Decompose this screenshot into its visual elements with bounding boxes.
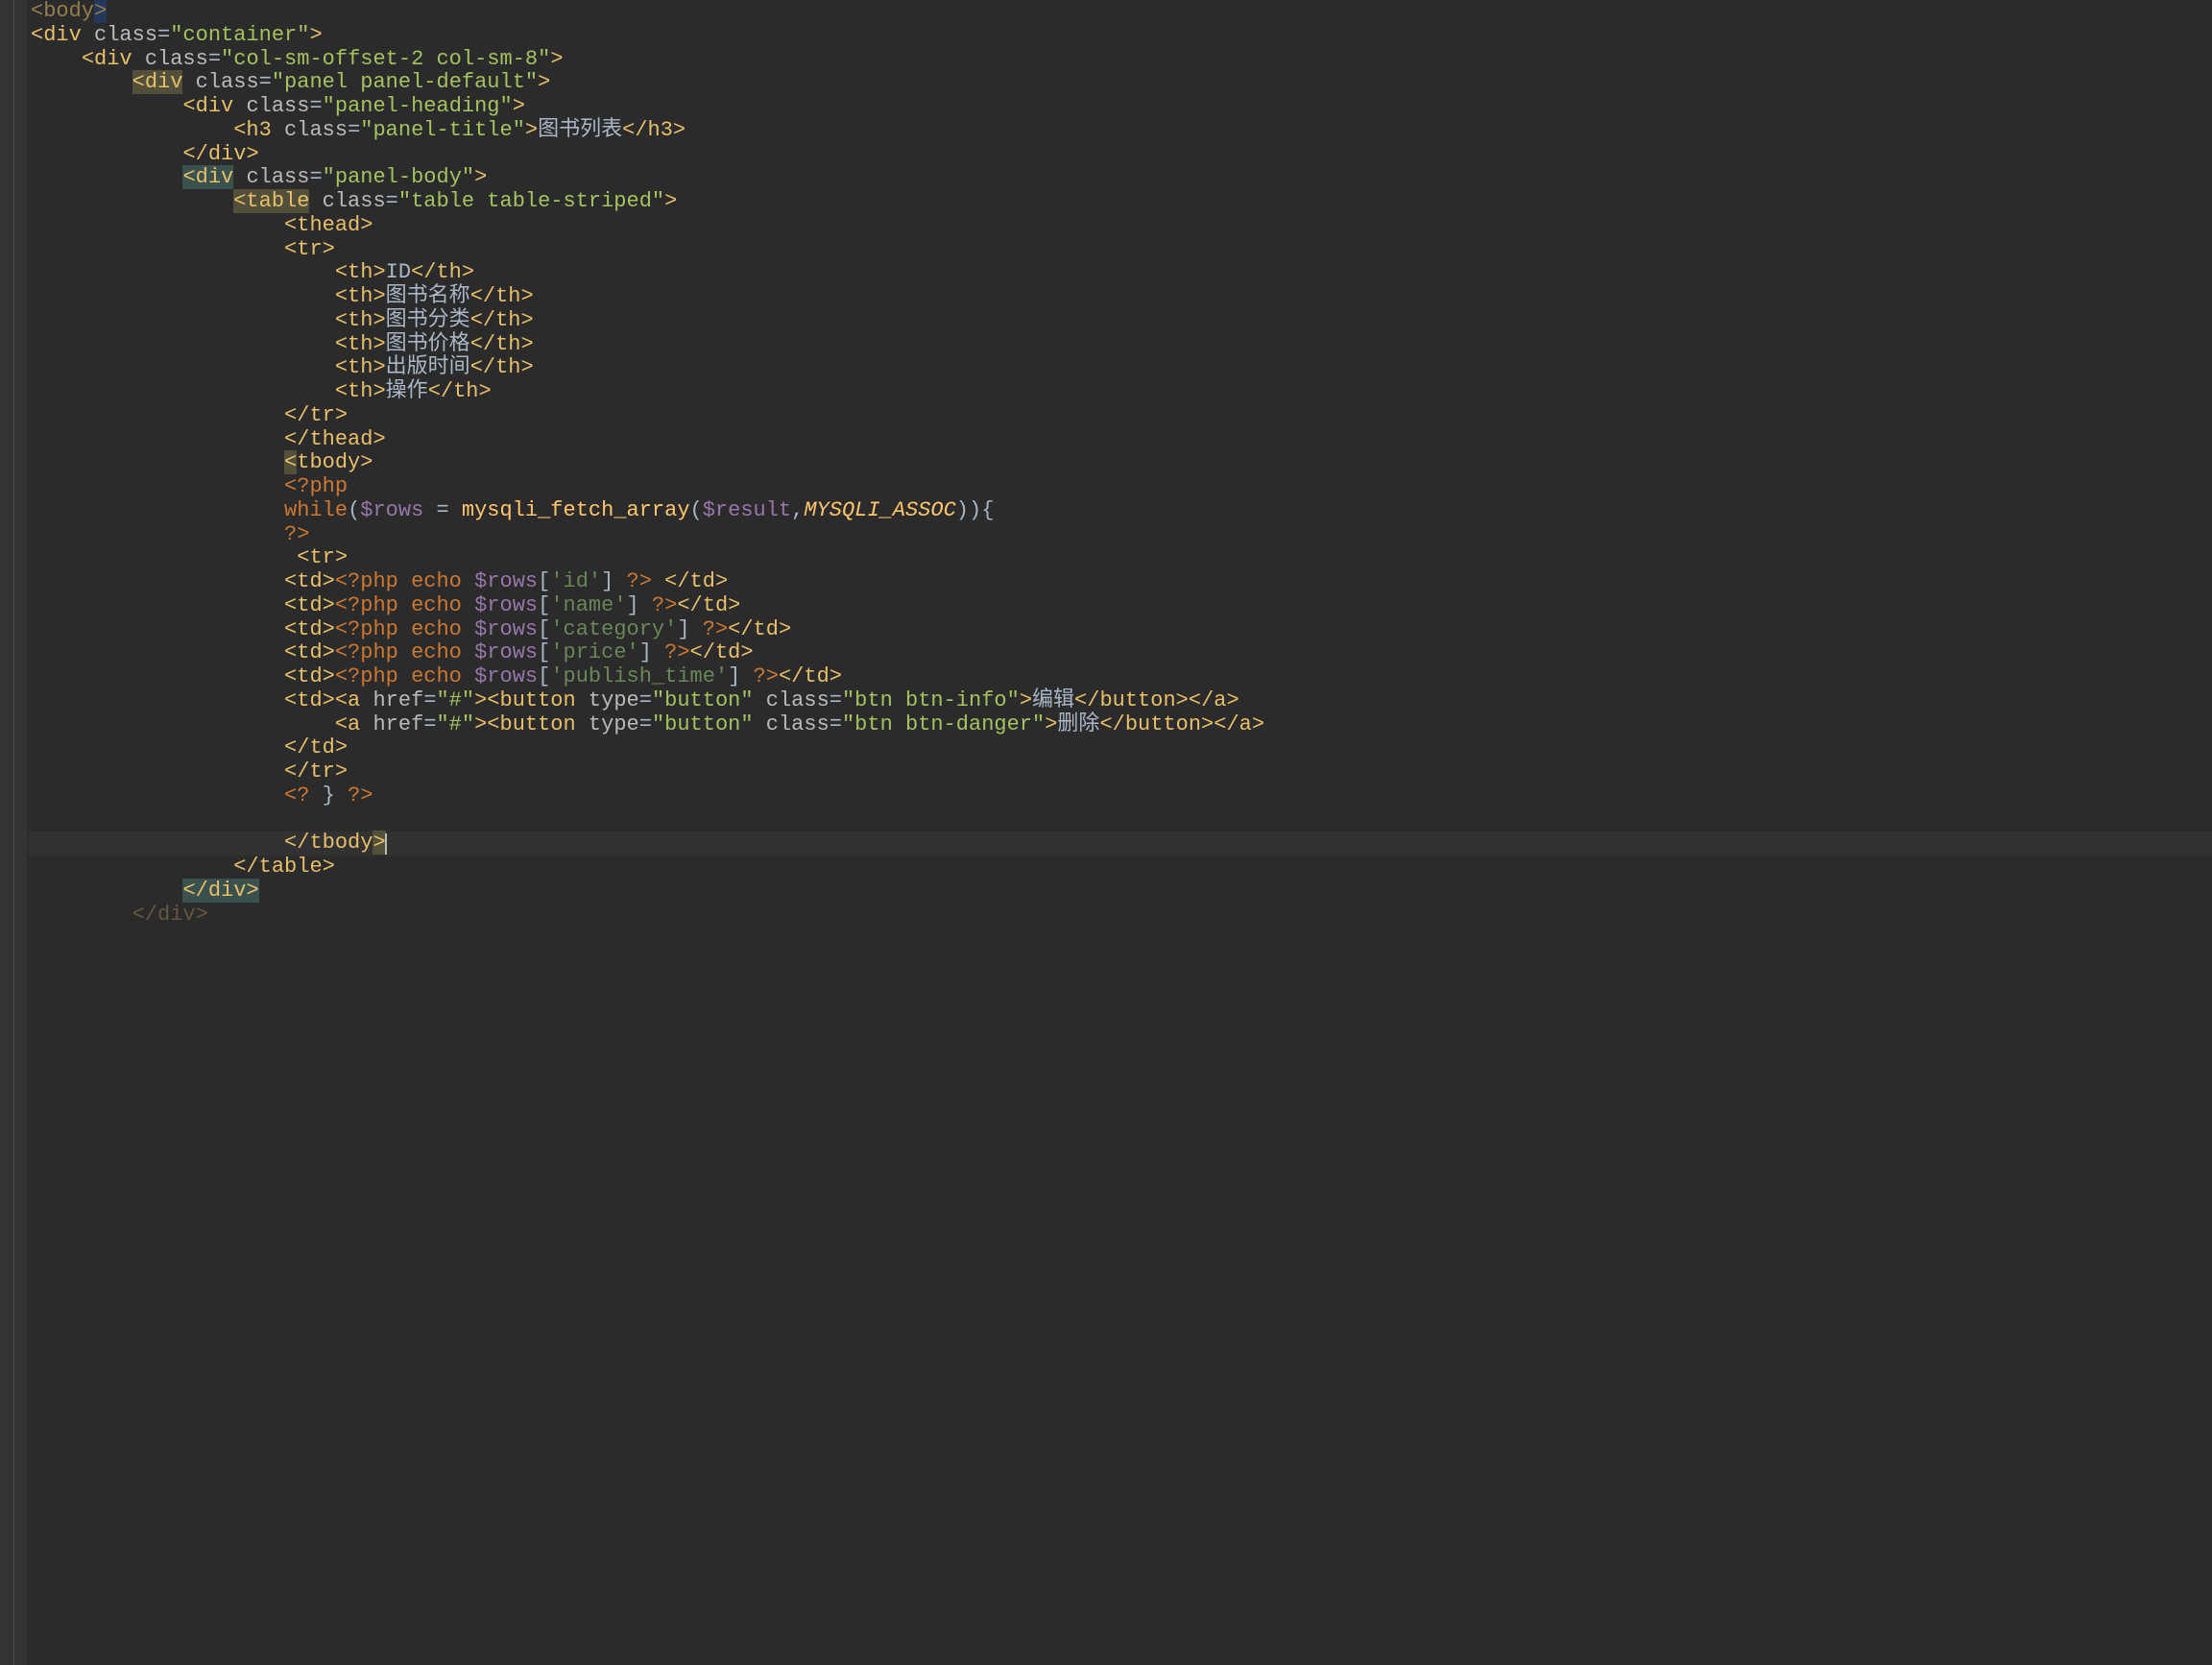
code-line[interactable]: </div> xyxy=(29,880,2212,904)
code-line[interactable]: <th>图书价格</th> xyxy=(29,333,2212,357)
fold-guide xyxy=(13,0,14,1665)
code-line[interactable]: <tr> xyxy=(29,546,2212,570)
code-line[interactable]: <body> xyxy=(29,0,2212,24)
code-line[interactable]: <td><?php echo $rows['id'] ?> </td> xyxy=(29,570,2212,594)
code-line[interactable]: <div class="col-sm-offset-2 col-sm-8"> xyxy=(29,48,2212,72)
code-line[interactable]: <th>操作</th> xyxy=(29,380,2212,404)
code-line[interactable]: </thead> xyxy=(29,428,2212,452)
code-line[interactable]: </tbody> xyxy=(29,832,2212,856)
code-line[interactable]: <td><?php echo $rows['price'] ?></td> xyxy=(29,641,2212,665)
gutter xyxy=(0,0,27,1665)
code-line[interactable]: <? } ?> xyxy=(29,784,2212,808)
code-editor[interactable]: <body><div class="container"> <div class… xyxy=(29,0,2212,927)
code-line[interactable]: <div class="container"> xyxy=(29,24,2212,48)
code-line[interactable]: <th>ID</th> xyxy=(29,261,2212,285)
code-line[interactable]: </div> xyxy=(29,143,2212,167)
code-line[interactable]: <th>图书名称</th> xyxy=(29,285,2212,309)
code-line[interactable]: <th>图书分类</th> xyxy=(29,309,2212,333)
code-line[interactable]: <div class="panel panel-default"> xyxy=(29,71,2212,95)
code-line[interactable]: </td> xyxy=(29,736,2212,760)
code-line[interactable]: <a href="#"><button type="button" class=… xyxy=(29,713,2212,737)
code-line[interactable] xyxy=(29,808,2212,832)
code-line[interactable]: <thead> xyxy=(29,214,2212,238)
code-line[interactable]: </tr> xyxy=(29,760,2212,784)
code-line[interactable]: <div class="panel-body"> xyxy=(29,166,2212,190)
code-line[interactable]: while($rows = mysqli_fetch_array($result… xyxy=(29,499,2212,523)
code-line[interactable]: <h3 class="panel-title">图书列表</h3> xyxy=(29,119,2212,143)
code-line[interactable]: <tr> xyxy=(29,238,2212,262)
code-line[interactable]: <td><a href="#"><button type="button" cl… xyxy=(29,689,2212,713)
code-line[interactable]: <?php xyxy=(29,475,2212,499)
code-line[interactable]: <table class="table table-striped"> xyxy=(29,190,2212,214)
code-line[interactable]: <th>出版时间</th> xyxy=(29,356,2212,380)
code-line[interactable]: </div> xyxy=(29,904,2212,928)
code-line[interactable]: <td><?php echo $rows['publish_time'] ?><… xyxy=(29,665,2212,689)
code-line[interactable]: <td><?php echo $rows['name'] ?></td> xyxy=(29,594,2212,618)
code-line[interactable]: </table> xyxy=(29,856,2212,880)
code-line[interactable]: ?> xyxy=(29,523,2212,547)
code-line[interactable]: <tbody> xyxy=(29,451,2212,475)
code-line[interactable]: <div class="panel-heading"> xyxy=(29,95,2212,119)
code-line[interactable]: <td><?php echo $rows['category'] ?></td> xyxy=(29,618,2212,642)
code-line[interactable]: </tr> xyxy=(29,404,2212,428)
